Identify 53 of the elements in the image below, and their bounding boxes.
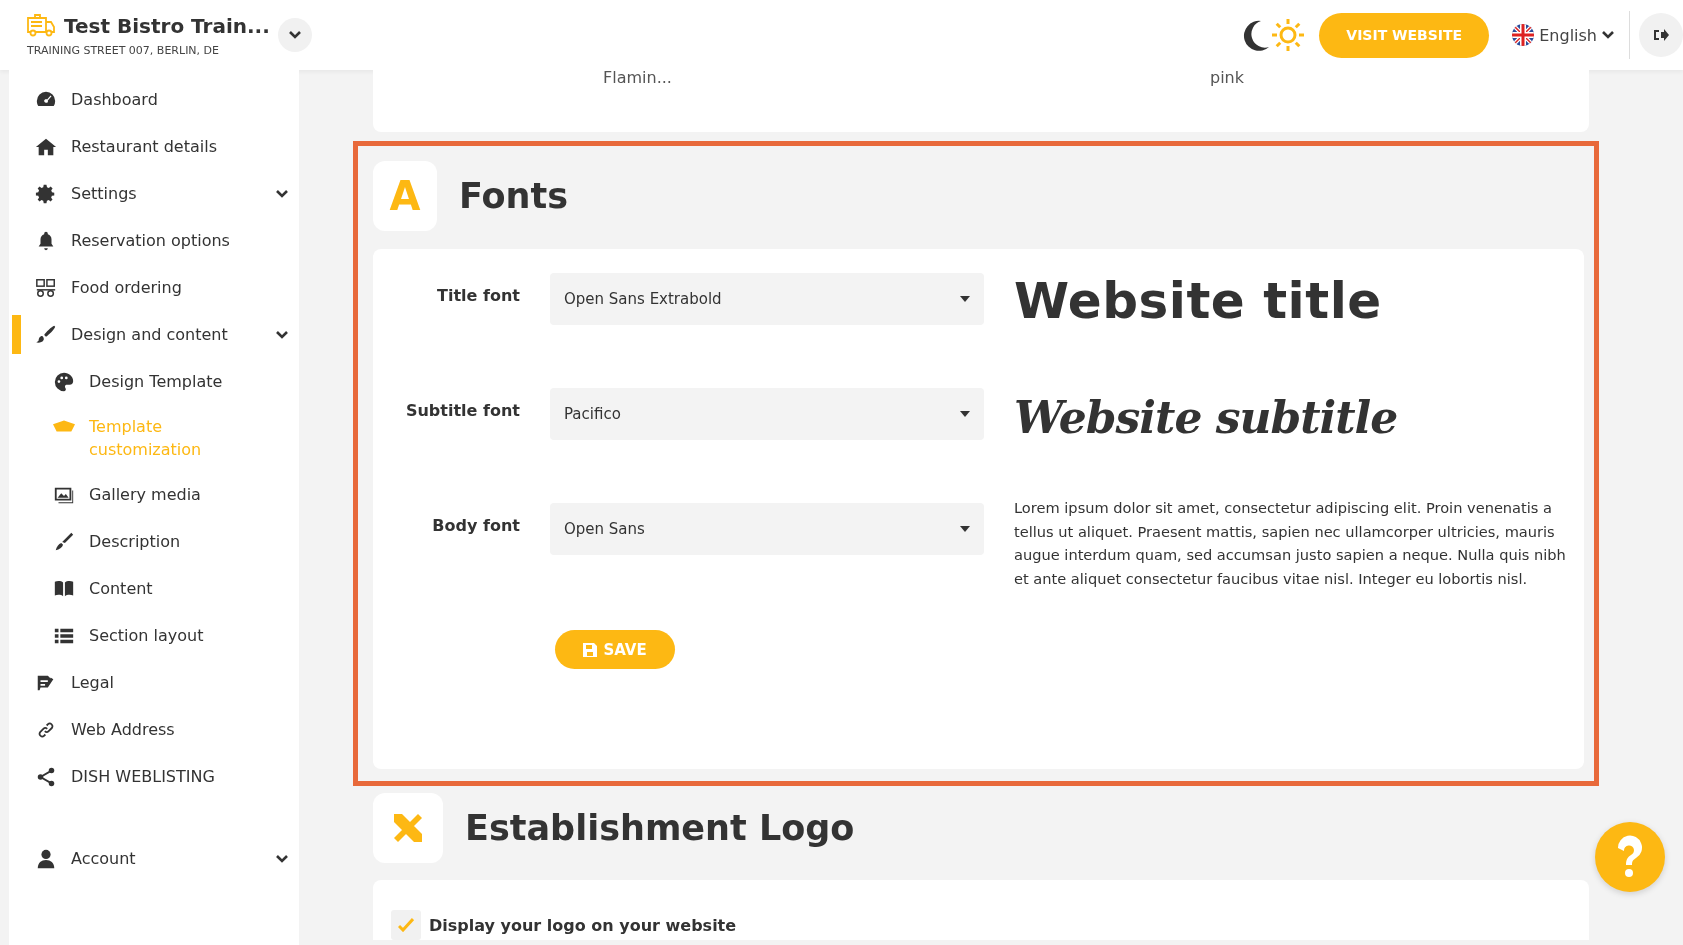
caret-down-icon (960, 296, 970, 302)
sun-icon (1271, 18, 1306, 52)
grid-icon (35, 276, 57, 299)
section-icon: A (373, 161, 437, 231)
subtitle-font-preview: Website subtitle (1014, 391, 1399, 445)
sidebar-item[interactable]: Dashboard (9, 76, 299, 123)
food-truck-icon (26, 13, 56, 38)
table-cell: Flamin... (603, 68, 672, 87)
chevron-down-icon (287, 30, 302, 40)
sidebar-subitem[interactable]: Design Template (9, 358, 299, 405)
logout-icon (1653, 28, 1669, 42)
restaurant-dropdown-button[interactable] (277, 18, 312, 52)
section-title: Establishment Logo (465, 808, 855, 848)
gear-icon (35, 182, 57, 205)
section-title: Fonts (459, 176, 569, 216)
body-font-preview: Lorem ipsum dolor sit amet, consectetur adipiscing elit. Proin venenatis a tellus ut aliquet. Praesent mattis, sapien nec ullamcorper ultricies, mauris augue interdum quam, sed accumsan justo sapien a neque. Nulla quis nibh et ante aliquet consectetur faucibus vitae nisl. Integer eu lobortis nisl. (1014, 498, 1567, 589)
logo-checkbox[interactable]: Display your logo on your website (391, 910, 737, 940)
font-dropdown[interactable]: Pacifico (550, 388, 984, 440)
checkmark-icon (398, 918, 414, 932)
sidebar-item[interactable]: Restaurant details (9, 123, 299, 170)
caret-down-icon (960, 526, 970, 532)
sidebar-item[interactable]: Settings (9, 170, 299, 217)
field-label: Body font (431, 515, 520, 535)
palette-icon (53, 370, 75, 393)
title-font-preview: Website title (1014, 273, 1383, 329)
restaurant-name: Test Bistro Train... (64, 13, 270, 38)
sidebar-subitem[interactable]: Section layout (9, 612, 299, 659)
sidebar-item[interactable]: DISH WEBLISTING (9, 753, 299, 800)
sidebar-subitem[interactable]: Gallery media (9, 471, 299, 518)
brush-icon (35, 323, 57, 346)
person-icon (35, 847, 57, 870)
sidebar-item[interactable]: Account (9, 835, 299, 882)
sidebar-subitem[interactable]: Description (9, 518, 299, 565)
restaurant-address: TRAINING STREET 007, BERLIN, DE (26, 43, 220, 57)
sidebar-item[interactable]: Reservation options (9, 217, 299, 264)
uk-flag-icon (1511, 23, 1536, 47)
language-selector[interactable]: English (1511, 23, 1615, 47)
font-dropdown[interactable]: Open Sans (550, 503, 984, 555)
caret-down-icon (960, 411, 970, 417)
sidebar-subitem[interactable]: Content (9, 565, 299, 612)
sidebar-item[interactable]: Design and content (9, 311, 299, 358)
share-icon (35, 765, 57, 788)
sidebar-item[interactable]: Legal (9, 659, 299, 706)
active-indicator (12, 315, 21, 354)
field-label: Subtitle font (404, 400, 520, 420)
field-label: Title font (436, 285, 520, 305)
chevron-down-icon (1601, 30, 1615, 40)
pen-icon (53, 530, 75, 553)
font-dropdown[interactable]: Open Sans Extrabold (550, 273, 984, 325)
table-cell: pink (1210, 68, 1244, 87)
sidebar-item[interactable]: Food ordering (9, 264, 299, 311)
sidebar-item[interactable]: Web Address (9, 706, 299, 753)
logout-button[interactable] (1639, 13, 1683, 57)
